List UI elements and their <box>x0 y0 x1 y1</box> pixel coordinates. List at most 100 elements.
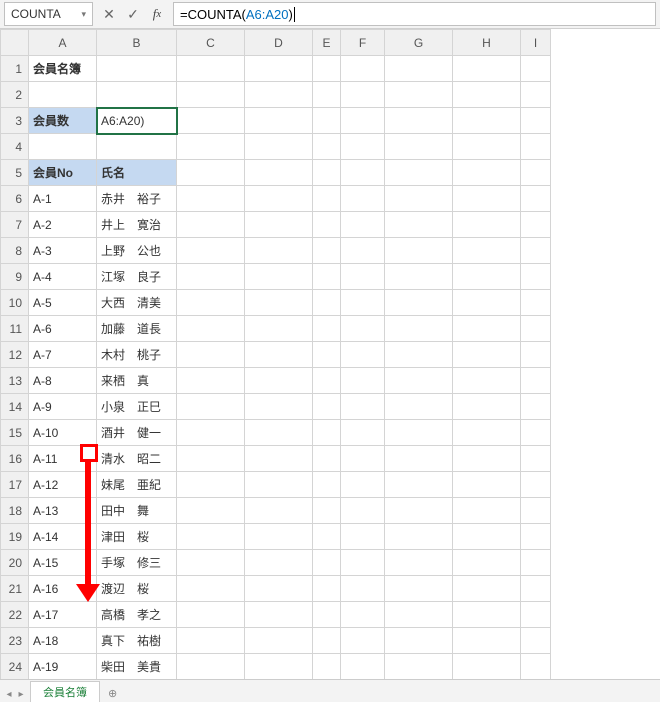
row-header-20[interactable]: 20 <box>1 550 29 576</box>
cell-A22[interactable]: A-17 <box>29 602 97 628</box>
cell-I11[interactable] <box>521 316 551 342</box>
col-header-E[interactable]: E <box>313 30 341 56</box>
cell-I13[interactable] <box>521 368 551 394</box>
add-sheet-button[interactable]: ⊕ <box>102 685 123 702</box>
cell-E21[interactable] <box>313 576 341 602</box>
cell-F16[interactable] <box>341 446 385 472</box>
cell-F9[interactable] <box>341 264 385 290</box>
cell-E12[interactable] <box>313 342 341 368</box>
cell-F3[interactable] <box>341 108 385 134</box>
tab-nav[interactable]: ◂▸ <box>4 689 26 700</box>
cell-C9[interactable] <box>177 264 245 290</box>
cell-D15[interactable] <box>245 420 313 446</box>
cell-D20[interactable] <box>245 550 313 576</box>
cell-I22[interactable] <box>521 602 551 628</box>
cell-G22[interactable] <box>385 602 453 628</box>
row-header-13[interactable]: 13 <box>1 368 29 394</box>
cell-H2[interactable] <box>453 82 521 108</box>
cell-H24[interactable] <box>453 654 521 680</box>
cell-E6[interactable] <box>313 186 341 212</box>
cell-G5[interactable] <box>385 160 453 186</box>
cell-B7[interactable]: 井上 寛治 <box>97 212 177 238</box>
row-header-21[interactable]: 21 <box>1 576 29 602</box>
row-header-8[interactable]: 8 <box>1 238 29 264</box>
cell-G14[interactable] <box>385 394 453 420</box>
row-header-17[interactable]: 17 <box>1 472 29 498</box>
cell-A19[interactable]: A-14 <box>29 524 97 550</box>
cell-C7[interactable] <box>177 212 245 238</box>
cell-H1[interactable] <box>453 56 521 82</box>
cell-D9[interactable] <box>245 264 313 290</box>
cell-C15[interactable] <box>177 420 245 446</box>
cell-E24[interactable] <box>313 654 341 680</box>
cell-A23[interactable]: A-18 <box>29 628 97 654</box>
row-header-10[interactable]: 10 <box>1 290 29 316</box>
row-header-19[interactable]: 19 <box>1 524 29 550</box>
cell-G1[interactable] <box>385 56 453 82</box>
cell-B17[interactable]: 妹尾 亜紀 <box>97 472 177 498</box>
cell-I6[interactable] <box>521 186 551 212</box>
row-header-1[interactable]: 1 <box>1 56 29 82</box>
cell-I12[interactable] <box>521 342 551 368</box>
cell-F11[interactable] <box>341 316 385 342</box>
cell-B20[interactable]: 手塚 修三 <box>97 550 177 576</box>
fx-button[interactable]: fx <box>145 2 169 26</box>
cell-E7[interactable] <box>313 212 341 238</box>
cell-H9[interactable] <box>453 264 521 290</box>
select-all-corner[interactable] <box>1 30 29 56</box>
cell-G2[interactable] <box>385 82 453 108</box>
col-header-H[interactable]: H <box>453 30 521 56</box>
cell-A3[interactable]: 会員数 <box>29 108 97 134</box>
cell-D18[interactable] <box>245 498 313 524</box>
row-header-6[interactable]: 6 <box>1 186 29 212</box>
cell-D12[interactable] <box>245 342 313 368</box>
cell-D1[interactable] <box>245 56 313 82</box>
cell-B22[interactable]: 高橋 孝之 <box>97 602 177 628</box>
cell-F8[interactable] <box>341 238 385 264</box>
row-header-7[interactable]: 7 <box>1 212 29 238</box>
cell-E3[interactable] <box>313 108 341 134</box>
cell-B1[interactable] <box>97 56 177 82</box>
cell-F7[interactable] <box>341 212 385 238</box>
cell-E23[interactable] <box>313 628 341 654</box>
row-header-16[interactable]: 16 <box>1 446 29 472</box>
cell-F22[interactable] <box>341 602 385 628</box>
cell-H8[interactable] <box>453 238 521 264</box>
cell-E15[interactable] <box>313 420 341 446</box>
cell-E13[interactable] <box>313 368 341 394</box>
cell-B15[interactable]: 酒井 健一 <box>97 420 177 446</box>
cell-D3[interactable] <box>245 108 313 134</box>
cell-E20[interactable] <box>313 550 341 576</box>
row-header-4[interactable]: 4 <box>1 134 29 160</box>
cell-A10[interactable]: A-5 <box>29 290 97 316</box>
row-header-5[interactable]: 5 <box>1 160 29 186</box>
row-header-9[interactable]: 9 <box>1 264 29 290</box>
cell-C10[interactable] <box>177 290 245 316</box>
cell-I23[interactable] <box>521 628 551 654</box>
row-header-2[interactable]: 2 <box>1 82 29 108</box>
cell-B19[interactable]: 津田 桜 <box>97 524 177 550</box>
cell-F24[interactable] <box>341 654 385 680</box>
cell-A18[interactable]: A-13 <box>29 498 97 524</box>
cell-A2[interactable] <box>29 82 97 108</box>
cell-H18[interactable] <box>453 498 521 524</box>
cell-B10[interactable]: 大西 清美 <box>97 290 177 316</box>
cell-C1[interactable] <box>177 56 245 82</box>
cell-C4[interactable] <box>177 134 245 160</box>
cell-B21[interactable]: 渡辺 桜 <box>97 576 177 602</box>
cell-C19[interactable] <box>177 524 245 550</box>
cell-E10[interactable] <box>313 290 341 316</box>
cell-G17[interactable] <box>385 472 453 498</box>
cell-A13[interactable]: A-8 <box>29 368 97 394</box>
cell-G19[interactable] <box>385 524 453 550</box>
cell-G21[interactable] <box>385 576 453 602</box>
cell-D2[interactable] <box>245 82 313 108</box>
cell-E1[interactable] <box>313 56 341 82</box>
cell-I5[interactable] <box>521 160 551 186</box>
cell-E5[interactable] <box>313 160 341 186</box>
row-header-23[interactable]: 23 <box>1 628 29 654</box>
cell-D17[interactable] <box>245 472 313 498</box>
cell-B13[interactable]: 来栖 真 <box>97 368 177 394</box>
cell-A21[interactable]: A-16 <box>29 576 97 602</box>
cell-D19[interactable] <box>245 524 313 550</box>
